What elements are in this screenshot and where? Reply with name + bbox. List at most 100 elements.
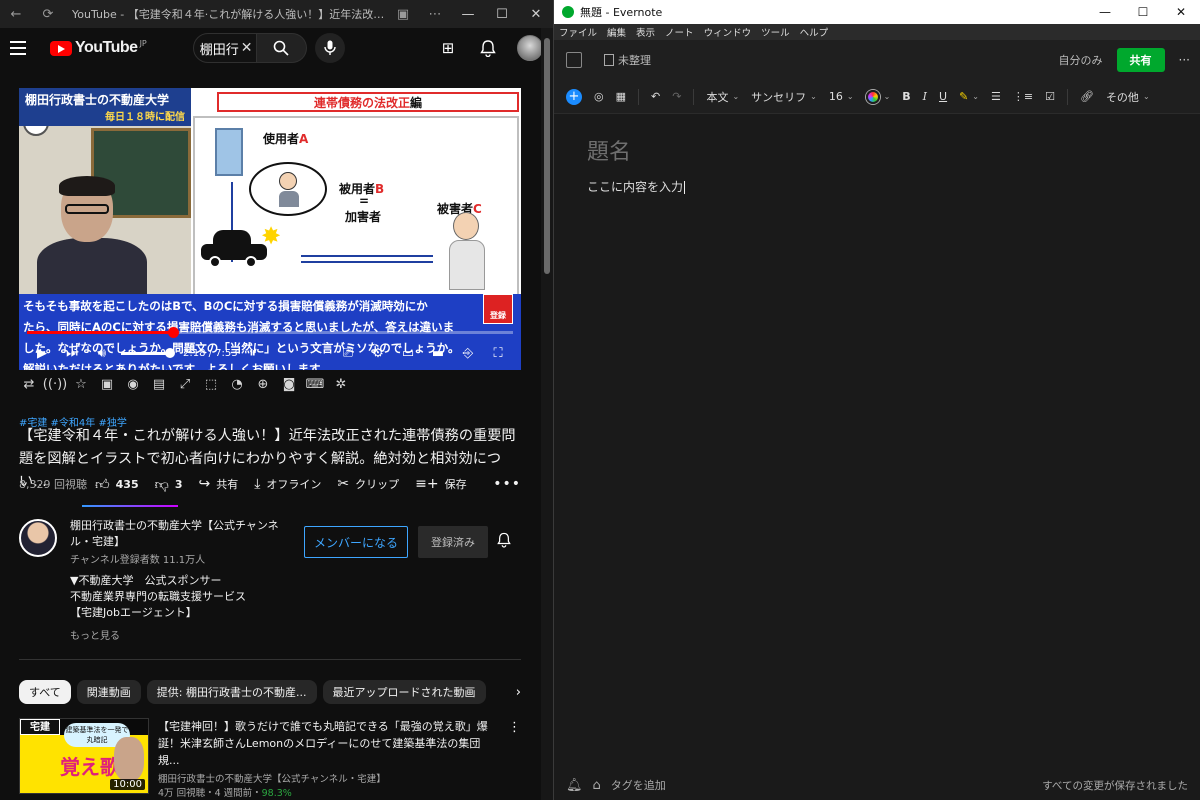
more-formatting-menu[interactable]: その他 ⌄ (1106, 89, 1150, 105)
theater-mode-icon[interactable]: ▬ (423, 340, 453, 366)
search-button[interactable] (256, 33, 307, 63)
menu-note[interactable]: ノート (660, 25, 699, 39)
numbered-list-icon[interactable]: ⋮≡ (1013, 90, 1033, 103)
view-icon[interactable]: ◉ (123, 374, 143, 394)
chevron-right-icon[interactable]: › (512, 685, 521, 700)
highlight-icon[interactable]: ✎ ⌄ (959, 90, 979, 103)
more-options-icon[interactable]: ··· (1179, 53, 1190, 67)
underline-icon[interactable]: U (939, 90, 947, 103)
maximize-button[interactable]: ☐ (485, 0, 519, 28)
close-button[interactable]: ✕ (519, 0, 553, 28)
captions-icon[interactable]: ⎚ (333, 340, 363, 366)
note-editor[interactable]: 題名 ここに内容を入力 (554, 114, 1200, 764)
volume-slider[interactable] (121, 347, 175, 358)
bullet-list-icon[interactable]: ☰ (991, 90, 1001, 103)
tag-icon[interactable]: ⌂ (593, 778, 601, 793)
screenshot-icon[interactable]: ▣ (97, 374, 117, 394)
camera-icon[interactable]: ◙ (279, 374, 299, 394)
subscribed-button[interactable]: 登録済み (418, 526, 488, 558)
loop-icon[interactable]: ⇄ (19, 374, 39, 394)
reminder-icon[interactable]: 🔔︎ (566, 778, 583, 793)
gear-icon[interactable]: ✲ (331, 374, 351, 394)
minimize-button[interactable]: — (451, 0, 485, 28)
menu-edit[interactable]: 編集 (602, 25, 631, 39)
back-icon[interactable]: ← (0, 0, 32, 28)
expand-note-icon[interactable] (566, 52, 582, 68)
visibility-label[interactable]: 自分のみ (1059, 52, 1103, 68)
related-video-channel[interactable]: 棚田行政書士の不動産大学【公式チャンネル・宅建】 (158, 771, 500, 785)
related-video-thumbnail[interactable]: 宅建 建築基準法を一発で丸暗記 覚え歌 10:00 (19, 718, 149, 794)
account-avatar[interactable] (517, 35, 543, 61)
create-video-icon[interactable]: ⊞ (437, 37, 459, 59)
add-tag-input[interactable]: タグを追加 (611, 777, 666, 793)
next-icon[interactable]: ⏭ (57, 340, 87, 366)
like-button[interactable]: 👍︎ 435 (95, 476, 139, 493)
scrubber-handle[interactable] (167, 327, 179, 338)
menu-dots-icon[interactable]: ⋯ (419, 0, 451, 28)
chip-related[interactable]: 関連動画 (76, 680, 141, 704)
youtube-logo[interactable]: YouTube JP (50, 39, 147, 57)
dislike-button[interactable]: 👎︎ 3 (155, 476, 183, 493)
resize-icon[interactable]: ⤢ (175, 374, 195, 394)
bold-icon[interactable]: B (902, 90, 910, 103)
audio-wave-icon[interactable]: ((·)) (43, 374, 67, 394)
reload-icon[interactable]: ⟳ (32, 0, 64, 28)
checkbox-icon[interactable]: ◎ (594, 90, 604, 103)
text-color-select[interactable]: ⌄ (865, 89, 890, 104)
checklist-icon[interactable]: ☑ (1045, 90, 1055, 103)
cast-icon[interactable]: ⎆ (453, 340, 483, 366)
play-icon[interactable]: ▶ (27, 340, 57, 366)
voice-search-button[interactable] (314, 33, 345, 63)
share-button[interactable]: 共有 (1116, 48, 1165, 72)
menu-file[interactable]: ファイル (554, 25, 602, 39)
notebook-selector[interactable]: 未整理 (604, 52, 651, 68)
notifications-icon[interactable] (477, 37, 499, 59)
minimize-button[interactable]: — (1086, 0, 1124, 24)
scrollbar-thumb[interactable] (544, 38, 550, 274)
search-input[interactable]: 棚田行 ✕ (192, 33, 257, 63)
clear-icon[interactable]: ✕ (241, 40, 253, 56)
bell-icon[interactable] (497, 532, 511, 552)
keyboard-icon[interactable]: ⌨ (305, 374, 325, 394)
join-member-button[interactable]: メンバーになる (304, 526, 408, 558)
cast-icon[interactable]: ▣ (387, 0, 419, 28)
more-actions-icon[interactable]: ••• (493, 476, 521, 492)
redo-icon[interactable]: ↷ (672, 90, 681, 103)
channel-name[interactable]: 棚田行政書士の不動産大学【公式チャンネル・宅建】 (70, 518, 300, 550)
video-player[interactable]: 棚田行政書士の不動産大学 毎日１８時に配信 連帯債務の法改正編 使用者A 被用者… (19, 88, 521, 370)
link-icon[interactable]: 🔗︎ (1080, 90, 1094, 103)
menu-window[interactable]: ウィンドウ (699, 25, 757, 39)
close-button[interactable]: ✕ (1162, 0, 1200, 24)
hamburger-menu-icon[interactable] (10, 36, 34, 60)
add-frame-icon[interactable]: ⊕ (253, 374, 273, 394)
menu-view[interactable]: 表示 (631, 25, 660, 39)
expand-icon[interactable]: ⬚ (201, 374, 221, 394)
menu-tools[interactable]: ツール (756, 25, 795, 39)
fullscreen-icon[interactable]: ⛶ (483, 340, 513, 366)
save-button[interactable]: ≡+ 保存 (415, 476, 466, 492)
kebab-menu-icon[interactable]: ⋮ (508, 720, 521, 735)
clip-button[interactable]: ✂ クリップ (337, 476, 399, 492)
menu-help[interactable]: ヘルプ (795, 25, 834, 39)
volume-icon[interactable]: 🔊︎ (87, 340, 117, 366)
maximize-button[interactable]: ☐ (1124, 0, 1162, 24)
chip-channel[interactable]: 提供: 棚田行政書士の不動産... (146, 680, 317, 704)
pause-toggle-icon[interactable]: ⏸ (238, 340, 268, 366)
note-title-input[interactable]: 題名 (587, 134, 631, 166)
related-video-info[interactable]: 【宅建神回！】歌うだけで誰でも丸暗記できる「最強の覚え歌」爆誕！米津玄師さんLe… (158, 718, 500, 799)
italic-icon[interactable]: I (923, 90, 927, 103)
insert-plus-icon[interactable]: + (566, 88, 582, 105)
settings-icon[interactable]: ⚙ (363, 340, 393, 366)
film-icon[interactable]: ▤ (149, 374, 169, 394)
font-size-select[interactable]: 16 ⌄ (829, 90, 854, 103)
font-family-select[interactable]: サンセリフ ⌄ (751, 89, 817, 105)
miniplayer-icon[interactable]: ▭ (393, 340, 423, 366)
download-button[interactable]: ⤓ オフライン (254, 476, 321, 492)
calendar-icon[interactable]: ▦ (616, 90, 626, 103)
show-more-link[interactable]: もっと見る (70, 627, 120, 642)
channel-avatar[interactable] (19, 519, 57, 557)
chip-recent[interactable]: 最近アップロードされた動画 (322, 680, 486, 704)
paragraph-style-select[interactable]: 本文 ⌄ (706, 89, 739, 105)
star-icon[interactable]: ☆ (71, 374, 91, 394)
speed-icon[interactable]: ◔ (227, 374, 247, 394)
